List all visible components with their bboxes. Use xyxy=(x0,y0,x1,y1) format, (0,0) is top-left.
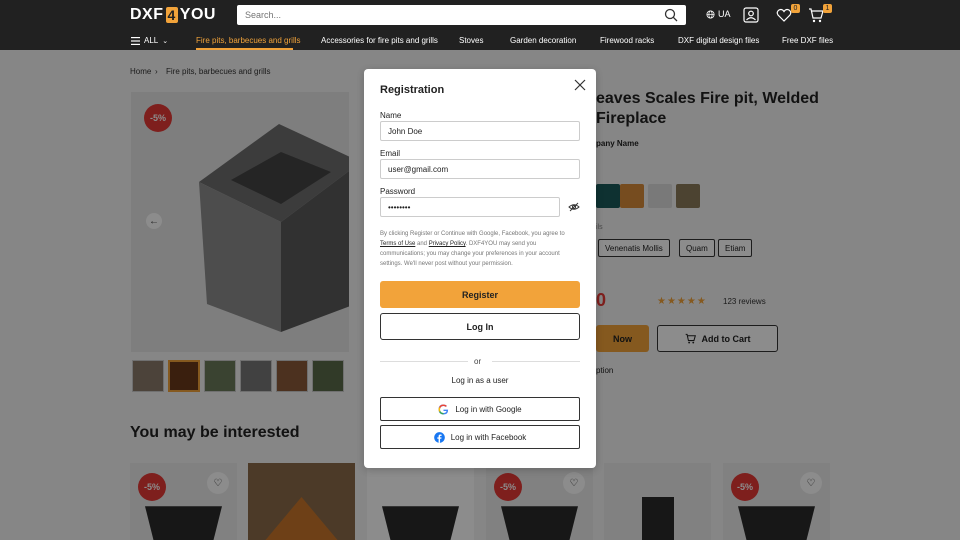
nav-item-dxf-files[interactable]: DXF digital design files xyxy=(678,36,759,45)
search-bar xyxy=(237,5,686,25)
nav-item-fire-pits[interactable]: Fire pits, barbecues and grills xyxy=(196,36,301,45)
facebook-login-button[interactable]: Log in with Facebook xyxy=(380,425,580,449)
wishlist-button[interactable]: 0 xyxy=(776,4,800,23)
cart-icon xyxy=(809,8,824,23)
register-button[interactable]: Register xyxy=(380,281,580,308)
google-login-button[interactable]: Log in with Google xyxy=(380,397,580,421)
nav-item-stoves[interactable]: Stoves xyxy=(459,36,483,45)
search-icon[interactable] xyxy=(664,8,678,22)
top-header: DXF 4 YOU UA 0 1 xyxy=(0,0,960,30)
nav-item-free-dxf[interactable]: Free DXF files xyxy=(782,36,833,45)
modal-title: Registration xyxy=(380,84,445,96)
login-button[interactable]: Log In xyxy=(380,313,580,340)
privacy-link[interactable]: Privacy Policy xyxy=(429,241,466,247)
password-label: Password xyxy=(380,187,416,196)
email-label: Email xyxy=(380,149,401,158)
language-label: UA xyxy=(718,9,731,19)
name-label: Name xyxy=(380,111,402,120)
name-field[interactable]: John Doe xyxy=(380,121,580,141)
login-as-user-link[interactable]: Log in as a user xyxy=(364,376,596,385)
divider xyxy=(492,361,580,362)
nav-item-accessories[interactable]: Accessories for fire pits and grills xyxy=(321,36,438,45)
account-button[interactable] xyxy=(743,7,761,23)
site-logo[interactable]: DXF 4 YOU xyxy=(130,6,216,24)
wishlist-count-badge: 0 xyxy=(791,4,800,13)
cart-button[interactable]: 1 xyxy=(808,4,832,23)
eye-off-icon[interactable] xyxy=(568,201,580,213)
cart-count-badge: 1 xyxy=(823,4,832,13)
menu-icon xyxy=(131,36,140,45)
all-categories-menu[interactable]: ALL ⌄ xyxy=(131,36,168,45)
password-field[interactable]: •••••••• xyxy=(380,197,560,217)
close-icon[interactable] xyxy=(574,79,586,91)
or-label: or xyxy=(474,357,482,366)
heart-icon xyxy=(776,8,792,22)
nav-item-firewood-racks[interactable]: Firewood racks xyxy=(600,36,654,45)
email-field[interactable]: user@gmail.com xyxy=(380,159,580,179)
divider xyxy=(380,361,468,362)
user-icon xyxy=(743,7,759,23)
legal-notice: By clicking Register or Continue with Go… xyxy=(380,231,565,267)
nav-item-garden-decoration[interactable]: Garden decoration xyxy=(510,36,576,45)
chevron-down-icon: ⌄ xyxy=(162,37,169,45)
facebook-icon xyxy=(433,431,445,443)
terms-link[interactable]: Terms of Use xyxy=(380,241,415,247)
google-icon xyxy=(438,404,449,414)
category-nav: ALL ⌄ Fire pits, barbecues and grills Ac… xyxy=(0,30,960,50)
globe-icon xyxy=(706,9,715,19)
search-input[interactable] xyxy=(245,10,664,20)
registration-modal: Registration Name John Doe Email user@gm… xyxy=(364,69,596,468)
language-selector[interactable]: UA xyxy=(706,9,731,19)
